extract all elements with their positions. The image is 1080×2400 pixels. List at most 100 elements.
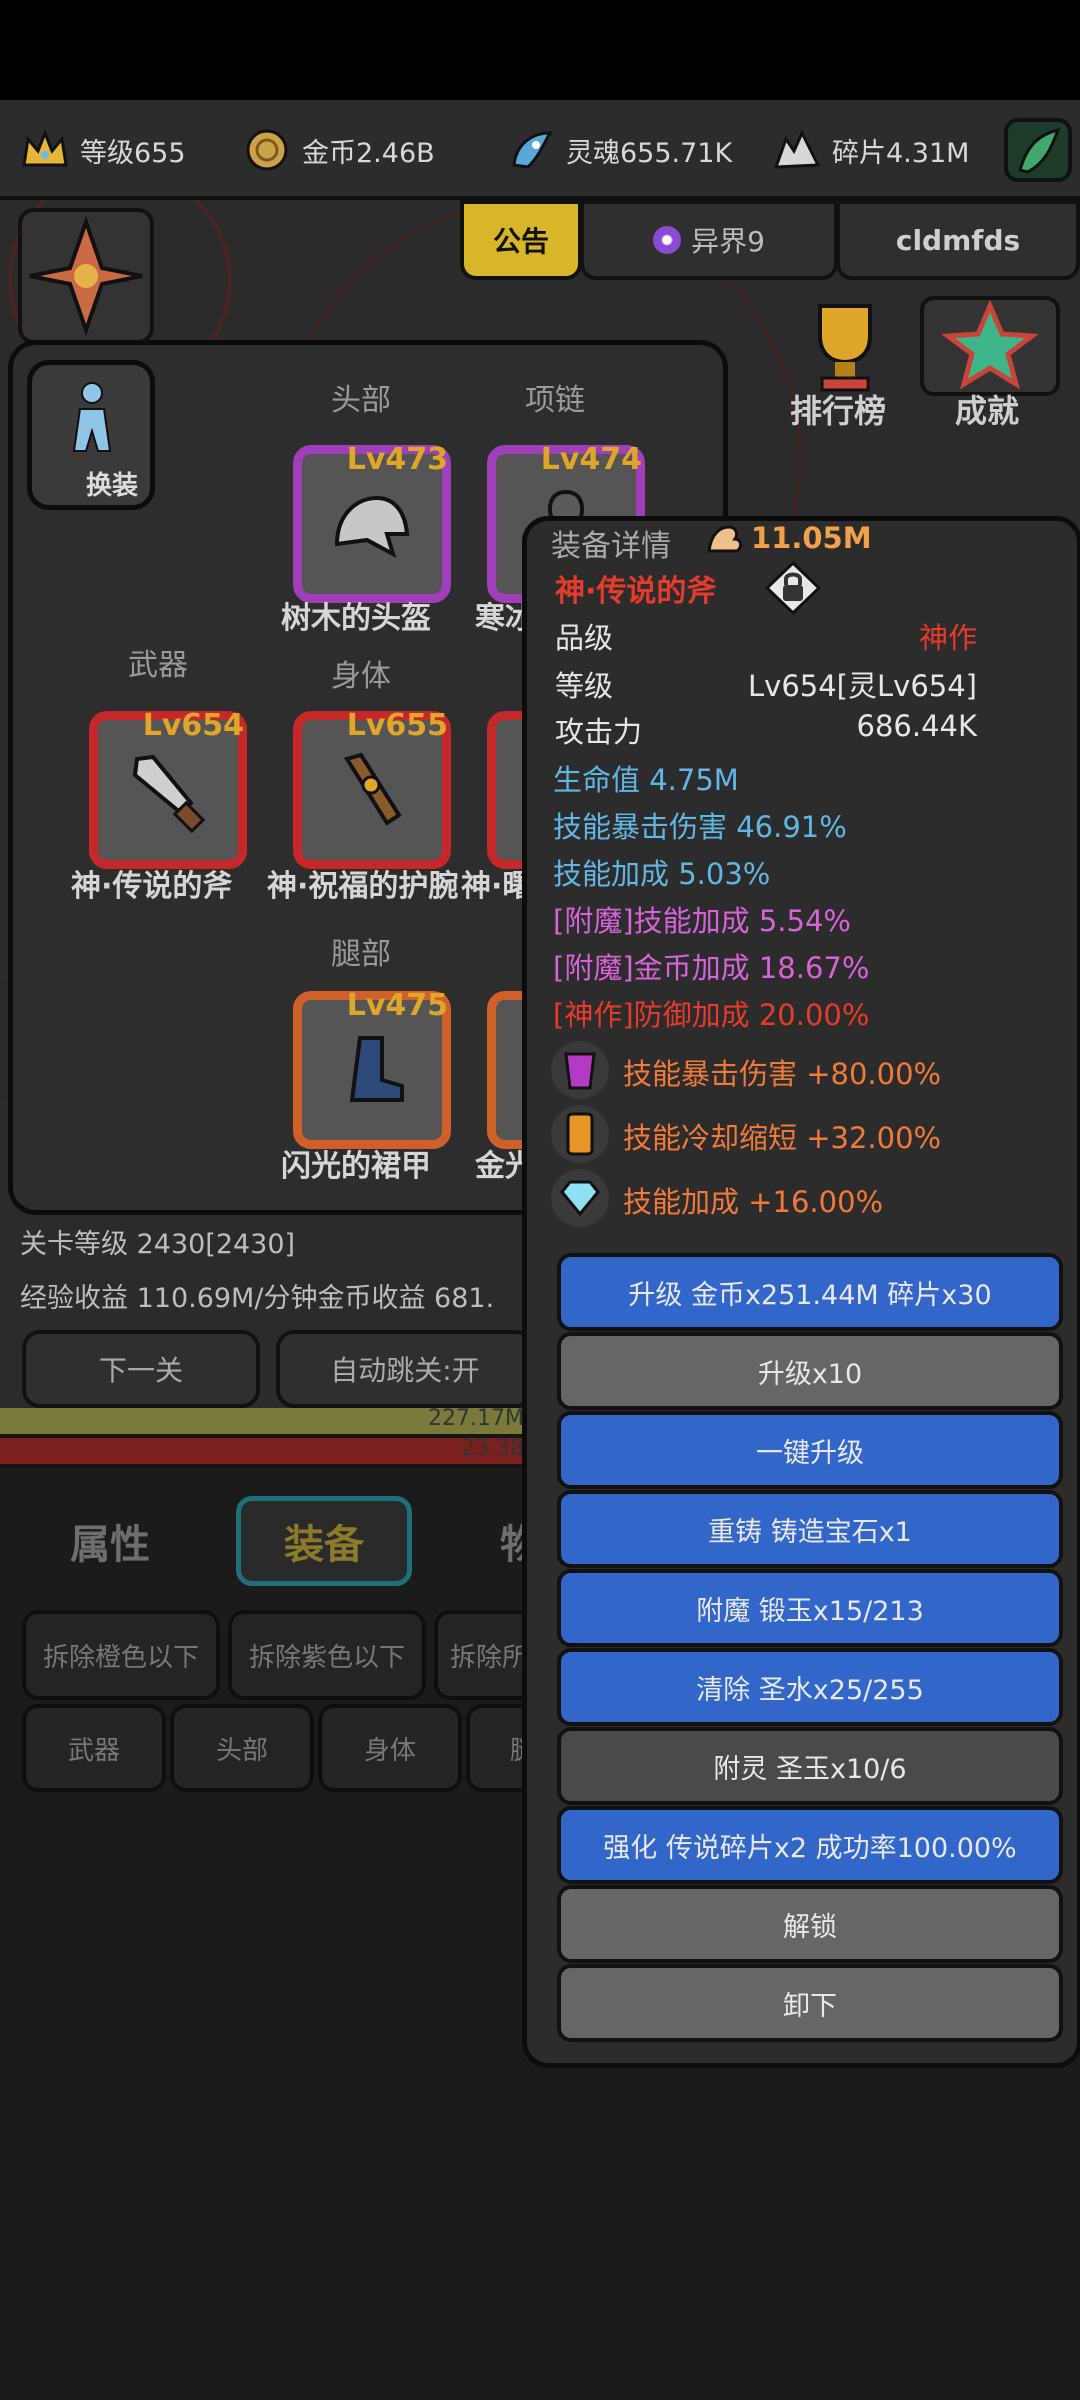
notice-label: 公告 [492, 225, 549, 258]
equipment-detail-panel: 装备详情 11.05M 神·传说的斧 品级 神作 等级 Lv654[灵Lv654… [522, 516, 1080, 2068]
change-outfit-label: 换装 [86, 471, 139, 501]
menu-button[interactable] [1004, 118, 1072, 182]
next-stage-label: 下一关 [98, 1354, 183, 1387]
category-head-label: 头部 [215, 1735, 268, 1766]
change-outfit-button[interactable]: 换装 [27, 360, 155, 510]
shard-icon [772, 125, 822, 175]
remove-orange-button[interactable]: 拆除橙色以下 [22, 1610, 220, 1700]
item-name: 神·传说的斧 [555, 574, 717, 609]
stat-skill-bonus: 技能加成 5.03% [553, 857, 771, 891]
star-icon [941, 299, 1039, 390]
legs-slot[interactable]: Lv475 [293, 988, 451, 1149]
auto-skip-button[interactable]: 自动跳关:开 [276, 1330, 534, 1408]
gold-resource: 金币2.46B [242, 122, 435, 178]
upgrade-label: 升级 金币x251.44M 碎片x30 [628, 1279, 992, 1311]
head-level: Lv473 [346, 442, 448, 477]
gem-slot-3[interactable] [551, 1169, 609, 1227]
category-head[interactable]: 头部 [170, 1704, 314, 1792]
exp-bar-value: 227.17M [428, 1406, 524, 1431]
legs-item-name: 闪光的裙甲 [281, 1149, 431, 1184]
unequip-button[interactable]: 卸下 [557, 1964, 1063, 2042]
ranking-label: 排行榜 [790, 392, 887, 430]
category-body[interactable]: 身体 [318, 1704, 462, 1792]
head-item-name: 树木的头盔 [281, 601, 431, 636]
resource-bar: 等级655 金币2.46B 灵魂655.71K 碎片4.31M [0, 100, 1080, 200]
skill-building[interactable] [18, 208, 154, 344]
exp-bar: 227.17M [0, 1406, 530, 1434]
lock-icon [764, 560, 822, 616]
boot-icon [349, 1036, 404, 1102]
head-slot-label: 头部 [331, 383, 391, 418]
legs-level: Lv475 [346, 988, 448, 1023]
trophy-icon [818, 304, 872, 392]
enchant-button[interactable]: 附魔 锻玉x15/213 [557, 1569, 1063, 1647]
clear-label: 清除 圣水x25/255 [696, 1674, 924, 1706]
lock-button[interactable] [764, 560, 822, 616]
muscle-icon [705, 521, 745, 557]
one-click-upgrade-button[interactable]: 一键升级 [557, 1411, 1063, 1489]
category-body-label: 身体 [363, 1735, 416, 1766]
unlock-button[interactable]: 解锁 [557, 1885, 1063, 1963]
remove-purple-button[interactable]: 拆除紫色以下 [228, 1610, 426, 1700]
remove-orange-label: 拆除橙色以下 [42, 1642, 199, 1673]
body-level: Lv655 [346, 708, 448, 743]
next-stage-button[interactable]: 下一关 [22, 1330, 260, 1408]
remove-purple-label: 拆除紫色以下 [248, 1642, 405, 1673]
username: cldmfds [895, 223, 1021, 257]
body-slot[interactable]: Lv655 [293, 708, 451, 869]
soul-resource: 灵魂655.71K [506, 122, 732, 178]
attack-value: 686.44K [856, 709, 978, 743]
achievement-label: 成就 [955, 392, 1020, 430]
stat-enchant-gold: [附魔]金币加成 18.67% [553, 951, 870, 985]
weapon-item-name: 神·传说的斧 [71, 869, 233, 904]
stat-skill-crit: 技能暴击伤害 46.91% [553, 810, 847, 844]
shard-resource: 碎片4.31M [772, 122, 969, 178]
gold-coin-icon [242, 125, 292, 175]
necklace-slot-label: 项链 [525, 383, 585, 418]
reforge-button[interactable]: 重铸 铸造宝石x1 [557, 1490, 1063, 1568]
clear-button[interactable]: 清除 圣水x25/255 [557, 1648, 1063, 1726]
purple-gem-icon [564, 1052, 596, 1090]
level-label: 等级 [555, 669, 614, 703]
level-resource: 等级655 [20, 122, 186, 178]
leaf-icon [1018, 127, 1061, 174]
unlock-label: 解锁 [783, 1911, 837, 1943]
category-weapon[interactable]: 武器 [22, 1704, 166, 1792]
achievement-button[interactable] [920, 296, 1060, 396]
user-tab[interactable]: cldmfds [836, 200, 1080, 280]
weapon-level: Lv654 [142, 708, 244, 743]
body-item-name: 神·祝福的护腕 [267, 869, 459, 904]
orange-gem-icon [566, 1112, 594, 1156]
gem-slot-2[interactable] [551, 1105, 609, 1163]
person-icon [72, 382, 112, 452]
tab-equipment[interactable]: 装备 [236, 1496, 412, 1586]
gem-3-effect: 技能加成 +16.00% [623, 1185, 884, 1219]
realm-tab[interactable]: 异界9 [580, 200, 838, 280]
shard-text: 碎片4.31M [832, 137, 970, 169]
spirit-attach-button[interactable]: 附灵 圣玉x10/6 [557, 1727, 1063, 1805]
legs-slot-label: 腿部 [331, 937, 391, 972]
attack-label: 攻击力 [555, 715, 643, 749]
tab-equipment-label: 装备 [284, 1522, 364, 1568]
stage-level: 关卡等级 2430[2430] [20, 1229, 296, 1260]
stat-divine-defense: [神作]防御加成 20.00% [553, 998, 870, 1032]
realm-label: 异界9 [691, 225, 765, 258]
upgrade-button[interactable]: 升级 金币x251.44M 碎片x30 [557, 1253, 1063, 1331]
income-text: 经验收益 110.69M/分钟金币收益 681. [20, 1283, 495, 1314]
gem-2-effect: 技能冷却缩短 +32.00% [623, 1121, 942, 1155]
head-slot[interactable]: Lv473 [293, 442, 451, 603]
helmet-icon [334, 495, 410, 559]
strengthen-button[interactable]: 强化 传说碎片x2 成功率100.00% [557, 1806, 1063, 1884]
gem-slot-1[interactable] [551, 1041, 609, 1099]
level-value: Lv654[灵Lv654] [748, 669, 977, 703]
status-area [0, 0, 1080, 100]
bracer-icon [343, 752, 402, 826]
hp-bar-value: 23.38 [461, 1436, 524, 1461]
soul-icon [506, 125, 556, 175]
tab-attributes[interactable]: 属性 [70, 1512, 150, 1570]
reforge-label: 重铸 铸造宝石x1 [708, 1516, 912, 1548]
detail-title: 装备详情 [551, 529, 671, 564]
upgrade-x10-button[interactable]: 升级x10 [557, 1332, 1063, 1410]
weapon-slot[interactable]: Lv654 [89, 708, 247, 869]
notice-tab[interactable]: 公告 [460, 200, 582, 280]
